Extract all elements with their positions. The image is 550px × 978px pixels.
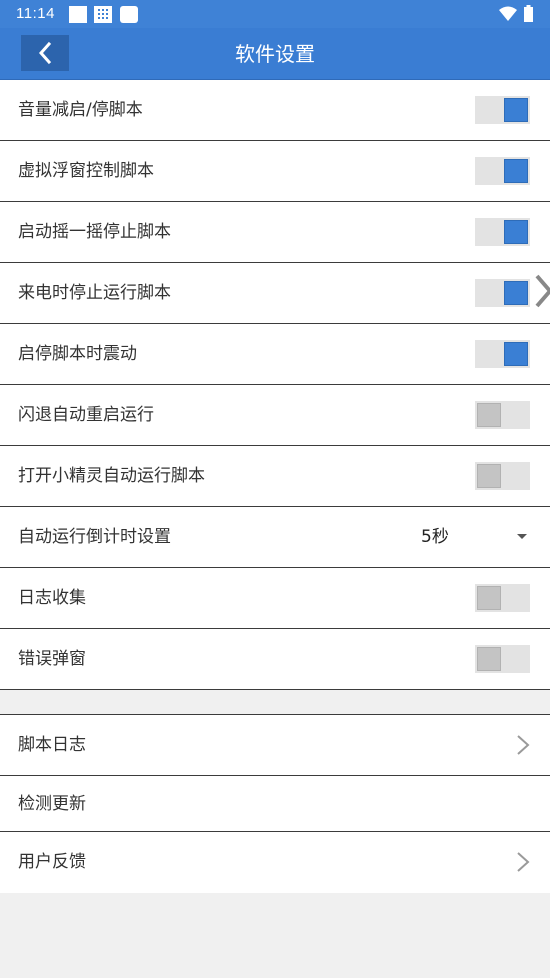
error-popup-toggle[interactable] — [475, 645, 530, 673]
toggle-thumb — [504, 220, 528, 244]
countdown-select-value[interactable]: 5秒 — [421, 507, 449, 567]
page-title: 软件设置 — [235, 42, 315, 66]
setting-row-auto-run: 打开小精灵自动运行脚本 — [0, 446, 550, 507]
nav-item-label: 用户反馈 — [18, 852, 86, 872]
status-bar: 11:14 — [0, 0, 550, 28]
setting-label: 音量减启/停脚本 — [18, 100, 143, 120]
setting-row-volume-toggle: 音量减启/停脚本 — [0, 80, 550, 141]
setting-label: 日志收集 — [18, 588, 86, 608]
setting-label: 来电时停止运行脚本 — [18, 283, 171, 303]
chevron-right-icon — [517, 852, 530, 872]
toggle-thumb — [477, 464, 501, 488]
floating-control-icon[interactable] — [534, 272, 550, 310]
chevron-right-icon — [517, 735, 530, 755]
setting-label: 闪退自动重启运行 — [18, 405, 154, 425]
toggle-thumb — [477, 647, 501, 671]
toggle-thumb — [504, 342, 528, 366]
vibrate-toggle[interactable] — [475, 340, 530, 368]
setting-row-vibrate: 启停脚本时震动 — [0, 324, 550, 385]
setting-row-floating-window: 虚拟浮窗控制脚本 — [0, 141, 550, 202]
square-notification-icon — [69, 6, 87, 23]
floating-window-toggle[interactable] — [475, 157, 530, 185]
rounded-square-icon — [120, 6, 138, 23]
nav-list: 脚本日志 检测更新 用户反馈 — [0, 714, 550, 893]
back-button[interactable] — [21, 35, 69, 71]
app-header: 软件设置 — [0, 28, 550, 80]
toggle-thumb — [504, 281, 528, 305]
dropdown-caret-icon[interactable] — [517, 534, 527, 539]
log-collect-toggle[interactable] — [475, 584, 530, 612]
chevron-left-icon — [38, 41, 52, 65]
toggle-thumb — [477, 586, 501, 610]
nav-item-label: 检测更新 — [18, 794, 86, 814]
nav-item-script-log[interactable]: 脚本日志 — [0, 715, 550, 776]
shake-stop-toggle[interactable] — [475, 218, 530, 246]
setting-row-shake-stop: 启动摇一摇停止脚本 — [0, 202, 550, 263]
auto-run-toggle[interactable] — [475, 462, 530, 490]
section-gap — [0, 692, 550, 714]
setting-row-countdown[interactable]: 自动运行倒计时设置 5秒 — [0, 507, 550, 568]
setting-row-call-stop: 来电时停止运行脚本 — [0, 263, 550, 324]
toggle-thumb — [504, 159, 528, 183]
call-stop-toggle[interactable] — [475, 279, 530, 307]
setting-label: 启停脚本时震动 — [18, 344, 137, 364]
crash-restart-toggle[interactable] — [475, 401, 530, 429]
setting-row-error-popup: 错误弹窗 — [0, 629, 550, 690]
setting-label: 虚拟浮窗控制脚本 — [18, 161, 154, 181]
wifi-icon — [499, 6, 517, 21]
nav-item-check-update[interactable]: 检测更新 — [0, 776, 550, 832]
setting-row-log-collect: 日志收集 — [0, 568, 550, 629]
nav-item-label: 脚本日志 — [18, 735, 86, 755]
setting-label: 错误弹窗 — [18, 649, 86, 669]
setting-row-crash-restart: 闪退自动重启运行 — [0, 385, 550, 446]
setting-label: 启动摇一摇停止脚本 — [18, 222, 171, 242]
setting-label: 打开小精灵自动运行脚本 — [18, 466, 205, 486]
nav-item-feedback[interactable]: 用户反馈 — [0, 832, 550, 893]
battery-icon — [524, 5, 533, 22]
volume-script-toggle[interactable] — [475, 96, 530, 124]
setting-label: 自动运行倒计时设置 — [18, 527, 171, 547]
settings-list: 音量减启/停脚本 虚拟浮窗控制脚本 启动摇一摇停止脚本 来电时停止运行脚本 启停… — [0, 80, 550, 690]
toggle-thumb — [477, 403, 501, 427]
toggle-thumb — [504, 98, 528, 122]
grid-icon — [94, 6, 112, 23]
status-time: 11:14 — [16, 5, 55, 22]
